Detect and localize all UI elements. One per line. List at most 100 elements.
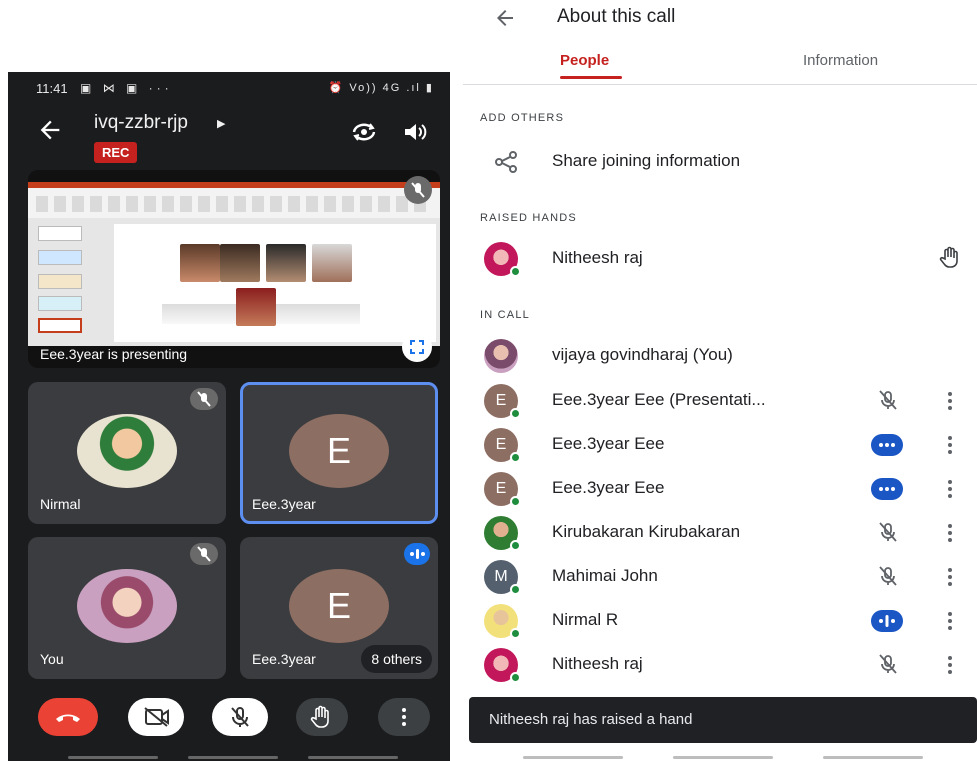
mic-off-icon [404, 176, 432, 204]
about-call-screen: About this call People Information ADD O… [463, 0, 977, 761]
avatar [77, 569, 177, 643]
divider [463, 84, 977, 85]
participant-row[interactable]: Kirubakaran Kirubakaran [463, 512, 977, 552]
snackbar-toast: Nitheesh raj has raised a hand [469, 697, 977, 743]
participant-name: Eee.3year Eee [552, 478, 665, 497]
hang-up-button[interactable] [38, 698, 98, 736]
section-header-in-call: IN CALL [480, 309, 530, 321]
status-bar: 11:41 ▣ ⋈ ▣ ··· ⏰ Vo)) 4G .ıl ▮ [8, 72, 450, 104]
participant-name: You [40, 651, 64, 667]
back-arrow-icon[interactable] [493, 6, 517, 30]
participant-name: Nirmal R [552, 610, 619, 629]
more-vert-icon[interactable] [945, 654, 955, 676]
more-vert-icon[interactable] [945, 566, 955, 588]
raised-hand-row[interactable]: Nitheesh raj [463, 238, 977, 278]
slide-thumbnails [34, 220, 88, 344]
tab-people[interactable]: People [560, 52, 609, 69]
share-joining-info[interactable]: Share joining information [552, 151, 740, 171]
raise-hand-button[interactable] [296, 698, 348, 736]
caret-right-icon[interactable]: ▶ [217, 117, 225, 130]
mic-off-icon [879, 390, 897, 410]
avatar [484, 339, 518, 373]
mic-off-icon [879, 654, 897, 674]
participant-tile[interactable]: E Eee.3year 8 others [240, 537, 438, 679]
online-dot [510, 672, 521, 683]
participant-row[interactable]: E Eee.3year Eee (Presentati... [463, 380, 977, 420]
slide-photo [312, 244, 352, 282]
more-vert-icon[interactable] [945, 434, 955, 456]
slide-canvas [114, 224, 436, 342]
others-chip[interactable]: 8 others [361, 645, 432, 673]
notification-icons: ▣ ⋈ ▣ ··· [80, 81, 173, 95]
presentation-tile[interactable]: Eee.3year is presenting [28, 170, 440, 368]
slide-photo [220, 244, 260, 282]
online-dot [510, 628, 521, 639]
slide-photo [180, 244, 220, 282]
avatar [77, 414, 177, 488]
tab-information[interactable]: Information [803, 52, 878, 69]
online-dot [510, 496, 521, 507]
mic-off-icon [879, 522, 897, 542]
participant-name: Eee.3year [252, 496, 316, 512]
recording-badge: REC [94, 142, 138, 163]
camera-off-button[interactable] [128, 698, 184, 736]
participant-name: Nirmal [40, 496, 81, 512]
more-options-button[interactable] [378, 698, 430, 736]
online-dot [510, 408, 521, 419]
participant-tile[interactable]: Nirmal [28, 382, 226, 524]
more-vert-icon[interactable] [945, 610, 955, 632]
participant-tile-selected[interactable]: E Eee.3year [240, 382, 438, 524]
meeting-code[interactable]: ivq-zzbr-rjp [94, 112, 188, 134]
participant-name: Kirubakaran Kirubakaran [552, 522, 741, 541]
more-vert-icon[interactable] [945, 390, 955, 412]
more-vert-icon[interactable] [945, 478, 955, 500]
slide-thumbnail [38, 226, 82, 241]
participant-row[interactable]: M Mahimai John [463, 556, 977, 596]
participant-name: Nitheesh raj [552, 654, 643, 673]
raised-hand-icon [939, 246, 958, 268]
fullscreen-icon[interactable] [402, 332, 432, 362]
participant-row[interactable]: Nitheesh raj [463, 644, 977, 684]
participant-row[interactable]: E Eee.3year Eee [463, 424, 977, 464]
participant-name: Nitheesh raj [552, 248, 643, 267]
section-header-raised-hands: RAISED HANDS [480, 212, 577, 224]
presenting-caption: Eee.3year is presenting [40, 346, 188, 362]
back-arrow-icon[interactable] [36, 116, 64, 144]
call-top-bar: ivq-zzbr-rjp ▶ REC [8, 108, 450, 168]
participant-name: Eee.3year [252, 651, 316, 667]
online-dot [510, 584, 521, 595]
slide-thumbnail [38, 296, 82, 311]
speaking-indicator-icon [871, 610, 903, 632]
online-dot [510, 266, 521, 277]
switch-camera-icon[interactable] [350, 120, 378, 144]
mic-off-icon [190, 543, 218, 565]
slide-thumbnail [38, 274, 82, 289]
avatar-letter: E [289, 569, 389, 643]
slide-photo [266, 244, 306, 282]
call-screen: 11:41 ▣ ⋈ ▣ ··· ⏰ Vo)) 4G .ıl ▮ ivq-zzbr… [8, 72, 450, 761]
slide-app-ribbon [28, 182, 440, 218]
mic-off-icon [190, 388, 218, 410]
audio-activity-icon [871, 478, 903, 500]
speaker-icon[interactable] [402, 120, 428, 144]
signal-battery-icons: ⏰ Vo)) 4G .ıl ▮ [328, 82, 434, 94]
participant-name: Eee.3year Eee (Presentati... [552, 390, 766, 409]
participant-tile[interactable]: You [28, 537, 226, 679]
participant-row[interactable]: vijaya govindharaj (You) [463, 335, 977, 375]
section-header-add-others: ADD OTHERS [480, 112, 565, 124]
online-dot [510, 452, 521, 463]
participant-name: Eee.3year Eee [552, 434, 665, 453]
participant-row[interactable]: E Eee.3year Eee [463, 468, 977, 508]
status-time: 11:41 [36, 81, 68, 96]
share-icon[interactable] [493, 150, 519, 174]
avatar-letter: E [289, 414, 389, 488]
participant-row[interactable]: Nirmal R [463, 600, 977, 640]
slide-thumbnail-active [38, 318, 82, 333]
tab-active-indicator [560, 76, 622, 79]
more-vert-icon[interactable] [945, 522, 955, 544]
audio-activity-icon [871, 434, 903, 456]
mic-off-button[interactable] [212, 698, 268, 736]
online-dot [510, 540, 521, 551]
speaking-indicator-icon [404, 543, 430, 565]
call-controls [8, 686, 450, 746]
